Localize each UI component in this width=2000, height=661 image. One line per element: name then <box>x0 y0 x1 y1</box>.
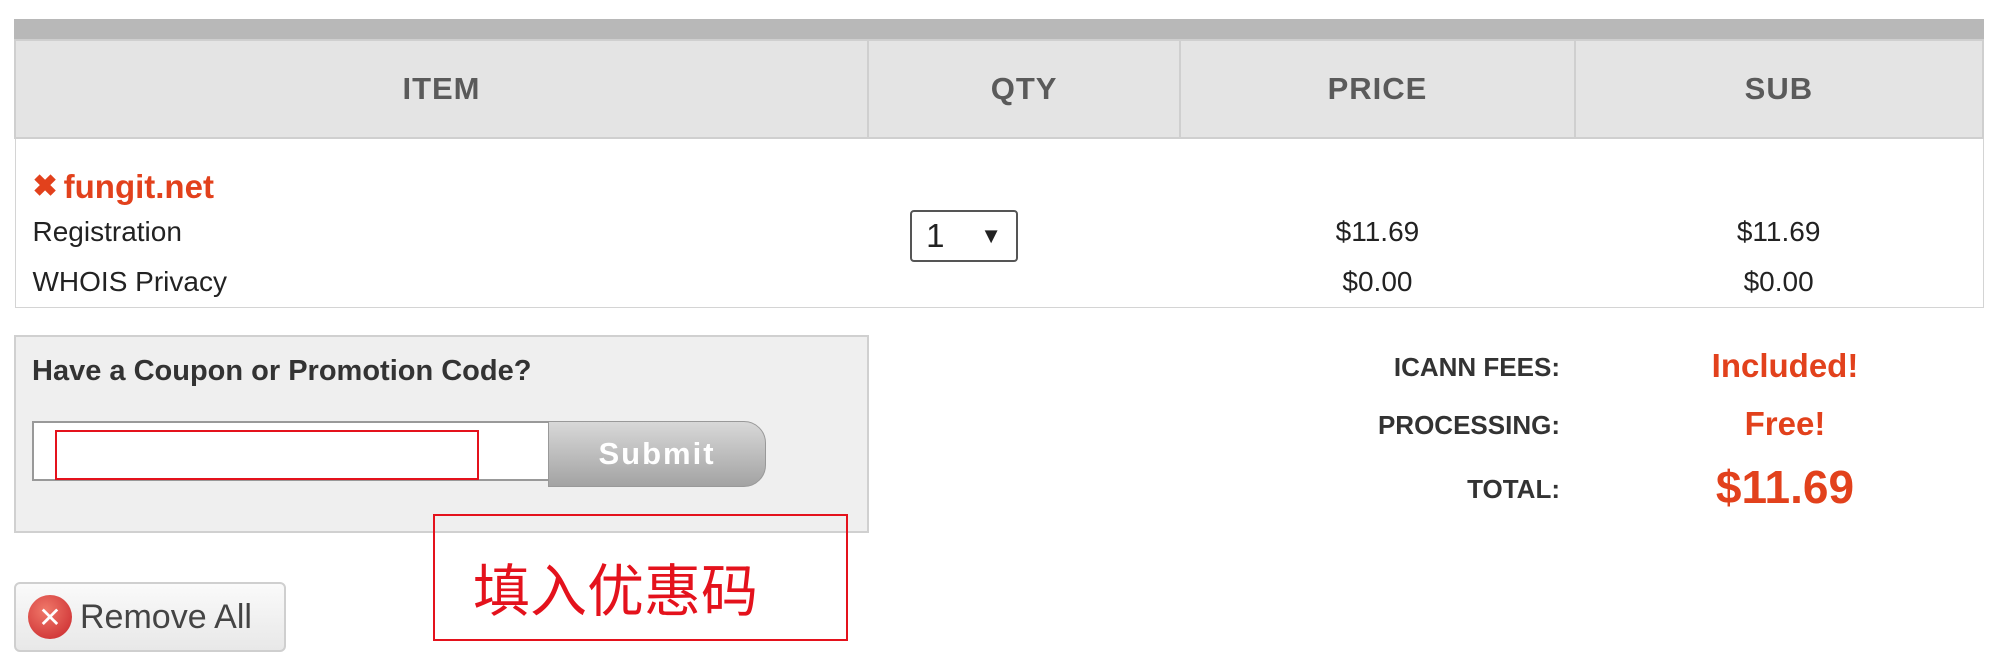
icann-fees-value: Included! <box>1711 347 1859 384</box>
remove-circle-icon: ✕ <box>28 595 72 639</box>
icann-fees-label: ICANN FEES: <box>1393 352 1560 382</box>
total-label: TOTAL: <box>1467 474 1560 504</box>
header-qty: QTY <box>866 39 1182 139</box>
line-item-sub: $11.69 <box>1736 216 1821 247</box>
cart-top-bar <box>14 19 1984 39</box>
domain-name: fungit.net <box>63 168 214 205</box>
annotation-input-highlight <box>55 430 479 480</box>
remove-all-button[interactable]: ✕ Remove All <box>14 582 286 652</box>
header-item: ITEM <box>14 39 869 139</box>
coupon-title: Have a Coupon or Promotion Code? <box>32 355 532 387</box>
line-item-label: WHOIS Privacy <box>32 266 227 297</box>
line-item-label: Registration <box>32 216 182 247</box>
table-row: Registration 1 ▼ $11.69 $11.69 <box>15 207 1983 308</box>
cart-header-row: ITEM QTY PRICE SUB <box>14 39 1985 139</box>
remove-all-label: Remove All <box>80 597 252 636</box>
annotation-text: 填入优惠码 <box>473 559 758 625</box>
quantity-select[interactable]: 1 ▼ <box>910 210 1019 262</box>
caret-down-icon: ▼ <box>980 223 1003 248</box>
header-price: PRICE <box>1179 39 1576 139</box>
coupon-submit-button[interactable]: Submit <box>548 421 766 487</box>
quantity-value: 1 <box>926 217 945 254</box>
processing-label: PROCESSING: <box>1377 410 1560 440</box>
header-sub: SUB <box>1573 39 1985 139</box>
total-value: $11.69 <box>1715 461 1855 513</box>
domain-name-line: ✖ fungit.net <box>17 140 1982 206</box>
domain-row: ✖ fungit.net <box>15 138 1983 207</box>
line-item-price: $11.69 <box>1335 216 1420 247</box>
close-icon[interactable]: ✖ <box>33 172 58 202</box>
line-item-price: $0.00 <box>1342 266 1413 297</box>
line-item-sub: $0.00 <box>1743 266 1814 297</box>
cart-table: ITEM QTY PRICE SUB ✖ fungit.net Registra… <box>14 39 1985 308</box>
processing-value: Free! <box>1744 405 1826 442</box>
